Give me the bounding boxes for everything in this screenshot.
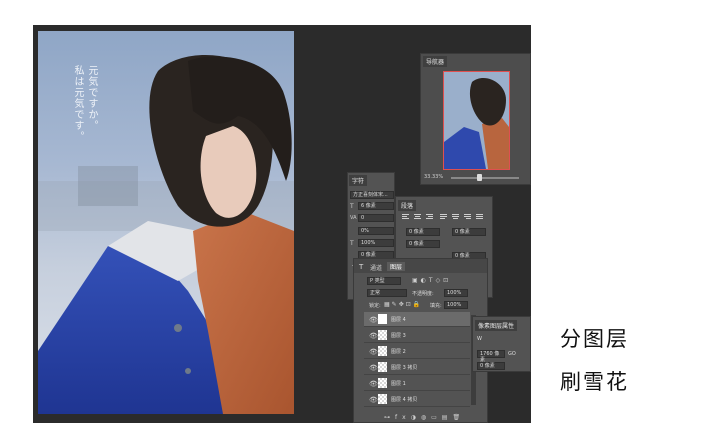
layer-row[interactable]: 👁 图层 4 拷贝 bbox=[364, 392, 470, 407]
tab-layers[interactable]: 图层 bbox=[387, 262, 406, 271]
visibility-eye-icon[interactable]: 👁 bbox=[369, 332, 378, 340]
font-size-field[interactable]: 6 像素 bbox=[358, 202, 394, 210]
visibility-eye-icon[interactable]: 👁 bbox=[369, 396, 378, 404]
navigator-panel: 导航器 33.33% bbox=[420, 53, 531, 185]
filter-icons[interactable]: ▣◐T◇⊡ bbox=[412, 277, 451, 284]
horizontal-scale-field[interactable]: 100% bbox=[358, 239, 394, 247]
layer-row-selected[interactable]: 👁 图层 4 bbox=[364, 312, 470, 327]
navigator-thumbnail bbox=[444, 78, 509, 169]
layer-list: 👁 图层 4 👁 图层 3 👁 图层 2 👁 图层 3 拷贝 👁 图层 1 👁 bbox=[364, 312, 470, 412]
layer-name: 图层 3 bbox=[391, 333, 406, 339]
layer-row[interactable]: 👁 图层 2 bbox=[364, 344, 470, 359]
tracking-icon: VA bbox=[350, 215, 357, 221]
navigator-zoom: 33.33% bbox=[424, 174, 444, 180]
layer-row[interactable]: 👁 图层 1 bbox=[364, 376, 470, 391]
layer-name: 图层 2 bbox=[391, 349, 406, 355]
tab-navigator[interactable]: 导航器 bbox=[423, 56, 448, 67]
navigator-preview[interactable] bbox=[443, 71, 510, 170]
canvas-photo[interactable]: 元気ですか。 私は元気です。 bbox=[38, 31, 294, 414]
zoom-slider-handle[interactable] bbox=[477, 174, 482, 181]
tab-character[interactable]: 字符 bbox=[349, 175, 368, 186]
layer-kind-filter[interactable]: P 类型 bbox=[367, 277, 401, 285]
caption-line-2: 刷雪花 bbox=[560, 370, 629, 394]
layer-thumbnail bbox=[378, 346, 387, 356]
lock-icons[interactable]: ▦✎✥⊡🔒 bbox=[384, 301, 422, 308]
lock-label: 锁定: bbox=[369, 303, 381, 309]
tab-paragraph[interactable]: 段落 bbox=[398, 200, 417, 211]
tab-channels[interactable]: 通道 bbox=[370, 263, 382, 272]
zoom-slider[interactable] bbox=[451, 177, 519, 179]
layer-name: 图层 3 拷贝 bbox=[391, 365, 418, 371]
fill-field[interactable]: 100% bbox=[444, 301, 468, 309]
layer-thumbnail bbox=[378, 362, 387, 372]
properties-panel: 像素图层属性 W 1760 像素 GO 0 像素 bbox=[472, 316, 531, 372]
layer-action-icons[interactable]: ⊶fx◑◍▭▤🗑 bbox=[384, 414, 465, 421]
layer-name: 图层 4 拷贝 bbox=[391, 397, 418, 403]
tracking-field[interactable]: 0 bbox=[358, 214, 394, 222]
x-position-field[interactable]: 0 像素 bbox=[477, 362, 505, 370]
alignment-buttons bbox=[402, 213, 488, 221]
fill-label: 填充: bbox=[430, 303, 442, 309]
width-field[interactable]: 1760 像素 bbox=[477, 350, 505, 363]
font-family-field[interactable]: 方正喜刻体宋... bbox=[350, 191, 394, 199]
horizontal-scale-icon: T bbox=[350, 240, 354, 247]
layer-thumbnail bbox=[378, 330, 387, 340]
caption-line-1: 分图层 bbox=[560, 327, 629, 351]
poem-line-2: 私は元気です。 bbox=[72, 65, 83, 142]
layer-thumbnail bbox=[378, 378, 387, 388]
visibility-eye-icon[interactable]: 👁 bbox=[369, 348, 378, 356]
layer-thumbnail bbox=[378, 314, 387, 324]
visibility-eye-icon[interactable]: 👁 bbox=[369, 316, 378, 324]
layer-row[interactable]: 👁 图层 3 bbox=[364, 328, 470, 343]
layers-panel: T 通道 图层 P 类型 ▣◐T◇⊡ 正常 不透明度: 100% 锁定: ▦✎✥… bbox=[353, 258, 488, 423]
poem-line-1: 元気ですか。 bbox=[86, 65, 97, 131]
link-icon[interactable]: GO bbox=[508, 351, 516, 357]
vertical-scale-field[interactable]: 0% bbox=[358, 227, 394, 235]
indent-right-field[interactable]: 0 像素 bbox=[452, 228, 486, 236]
alignment-icons[interactable] bbox=[402, 213, 488, 221]
indent-left-field[interactable]: 0 像素 bbox=[406, 228, 440, 236]
opacity-label: 不透明度: bbox=[412, 291, 434, 297]
indent-first-line-field[interactable]: 0 像素 bbox=[406, 240, 440, 248]
layer-name: 图层 4 bbox=[391, 317, 406, 323]
layer-thumbnail bbox=[378, 394, 387, 404]
blend-mode-select[interactable]: 正常 bbox=[367, 289, 407, 297]
visibility-eye-icon[interactable]: 👁 bbox=[369, 364, 378, 372]
opacity-field[interactable]: 100% bbox=[444, 289, 468, 297]
tab-pixel-layer-properties[interactable]: 像素图层属性 bbox=[475, 320, 518, 331]
text-tool-icon[interactable]: T bbox=[359, 263, 363, 271]
width-label: W bbox=[477, 336, 482, 342]
layer-name: 图层 1 bbox=[391, 381, 406, 387]
layer-row[interactable]: 👁 图层 3 拷贝 bbox=[364, 360, 470, 375]
font-size-icon: T bbox=[350, 203, 354, 210]
visibility-eye-icon[interactable]: 👁 bbox=[369, 380, 378, 388]
